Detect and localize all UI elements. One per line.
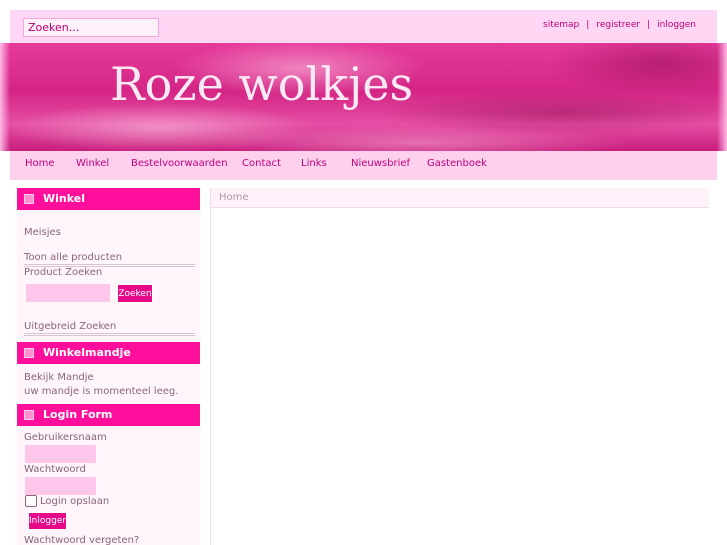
nav-item-contact[interactable]: Contact xyxy=(242,158,281,169)
cart-panel-header: Winkelmandje xyxy=(17,342,200,364)
remember-checkbox[interactable] xyxy=(25,495,37,507)
banner-edge-right xyxy=(717,43,727,151)
winkel-panel-title: Winkel xyxy=(43,192,85,205)
advanced-search-link[interactable]: Uitgebreid Zoeken xyxy=(24,321,116,332)
register-link[interactable]: registreer xyxy=(596,20,640,30)
login-panel-header: Login Form xyxy=(17,404,200,426)
login-button[interactable]: Inloggen xyxy=(28,512,68,530)
sitemap-link[interactable]: sitemap xyxy=(543,20,579,30)
product-search-label: Product Zoeken xyxy=(24,267,103,278)
username-label: Gebruikersnaam xyxy=(24,432,107,443)
remember-label: Login opslaan xyxy=(40,496,110,507)
password-label: Wachtwoord xyxy=(24,464,86,475)
search-input[interactable] xyxy=(23,18,159,37)
nav-item-bestelvoorwaarden[interactable]: Bestelvoorwaarden xyxy=(131,158,228,169)
product-search-input[interactable] xyxy=(26,284,110,302)
main-content: Home xyxy=(210,188,709,545)
cart-panel: Bekijk Mandje uw mandje is momenteel lee… xyxy=(17,364,200,404)
category-meisjes-link[interactable]: Meisjes xyxy=(24,227,61,238)
bullet-icon xyxy=(24,194,34,204)
top-bar: sitemap | registreer | inloggen xyxy=(10,10,717,44)
breadcrumb: Home xyxy=(211,188,709,208)
login-panel-title: Login Form xyxy=(43,408,113,421)
divider xyxy=(24,333,195,336)
cart-panel-title: Winkelmandje xyxy=(43,346,131,359)
header-banner: Roze wolkjes xyxy=(0,43,727,151)
nav-item-home[interactable]: Home xyxy=(25,158,55,169)
main-nav: Home Winkel Bestelvoorwaarden Contact Li… xyxy=(10,151,717,180)
bullet-icon xyxy=(24,410,34,420)
login-panel: Gebruikersnaam Wachtwoord Login opslaan … xyxy=(17,426,200,545)
top-links: sitemap | registreer | inloggen xyxy=(543,20,696,30)
username-field[interactable] xyxy=(25,445,96,463)
all-products-link[interactable]: Toon alle producten xyxy=(24,252,122,263)
banner-edge-left xyxy=(0,43,10,151)
view-cart-link[interactable]: Bekijk Mandje xyxy=(24,372,94,383)
product-search-button[interactable]: Zoeken xyxy=(117,284,153,303)
cart-empty-message: uw mandje is momenteel leeg. xyxy=(24,386,179,397)
forgot-password-link[interactable]: Wachtwoord vergeten? xyxy=(24,535,139,545)
nav-item-links[interactable]: Links xyxy=(301,158,327,169)
site-title: Roze wolkjes xyxy=(110,57,414,111)
nav-item-gastenboek[interactable]: Gastenboek xyxy=(427,158,487,169)
breadcrumb-home[interactable]: Home xyxy=(219,192,249,203)
winkel-panel-header: Winkel xyxy=(17,188,200,210)
separator: | xyxy=(647,20,651,30)
winkel-panel: Meisjes Toon alle producten Product Zoek… xyxy=(17,210,200,342)
login-link[interactable]: inloggen xyxy=(657,20,696,30)
password-field[interactable] xyxy=(25,477,96,495)
bullet-icon xyxy=(24,348,34,358)
nav-item-winkel[interactable]: Winkel xyxy=(76,158,109,169)
nav-item-nieuwsbrief[interactable]: Nieuwsbrief xyxy=(351,158,410,169)
separator: | xyxy=(586,20,590,30)
